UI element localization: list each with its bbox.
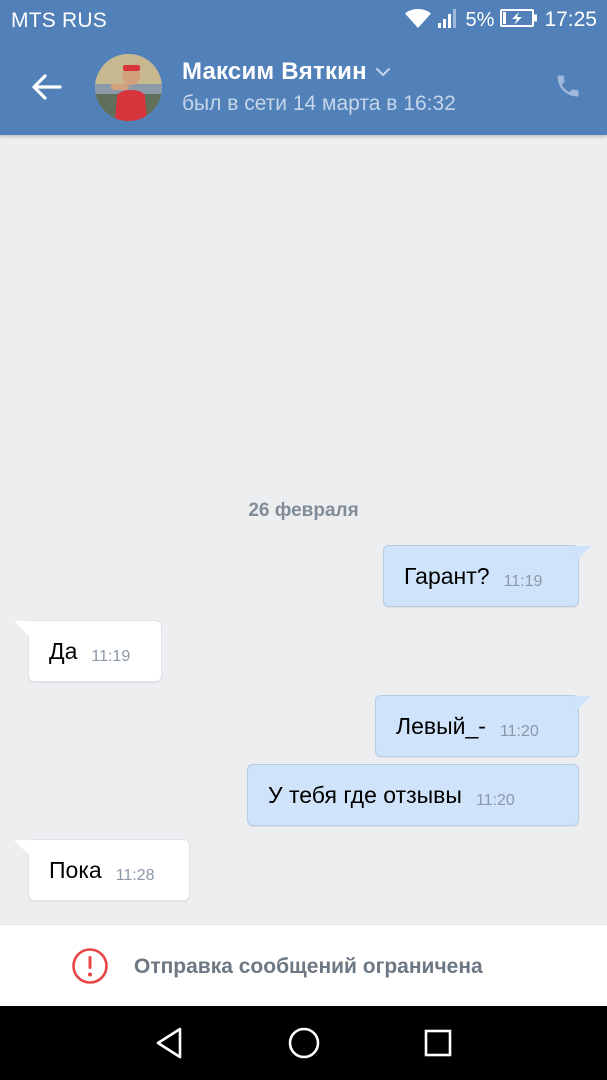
bubble-tail bbox=[574, 546, 591, 562]
message-bubble-outgoing[interactable]: У тебя где отзывы 11:20 bbox=[247, 764, 579, 826]
app-header: MTS RUS 5% 17:25 Максим Вяткин был в сет… bbox=[0, 0, 607, 135]
chevron-down-icon bbox=[375, 64, 391, 82]
message-bubble-incoming[interactable]: Пока 11:28 bbox=[14, 839, 190, 901]
status-bar: MTS RUS 5% 17:25 bbox=[0, 0, 607, 40]
message-text: Пока bbox=[49, 856, 102, 883]
back-button[interactable] bbox=[22, 66, 72, 112]
phone-icon bbox=[554, 72, 582, 105]
status-icons: 5% 17:25 bbox=[398, 7, 597, 33]
message-time: 11:19 bbox=[503, 573, 543, 590]
message-time: 11:20 bbox=[499, 723, 539, 740]
battery-charging-icon bbox=[500, 8, 538, 33]
signal-icon bbox=[437, 7, 460, 34]
android-nav-bar bbox=[0, 1006, 607, 1080]
message-text: Левый_- bbox=[396, 712, 486, 739]
contact-name: Максим Вяткин bbox=[182, 58, 367, 85]
sending-restricted-notice: Отправка сообщений ограничена bbox=[134, 955, 483, 978]
clock: 17:25 bbox=[544, 8, 597, 31]
message-text: Гарант? bbox=[404, 562, 490, 589]
message-bubble-outgoing[interactable]: Гарант? 11:19 bbox=[383, 545, 591, 607]
message-bubble-incoming[interactable]: Да 11:19 bbox=[14, 620, 162, 682]
message-time: 11:19 bbox=[91, 648, 131, 665]
bubble-tail bbox=[574, 696, 591, 712]
home-circle-icon bbox=[287, 1026, 321, 1065]
recents-square-icon bbox=[423, 1028, 453, 1063]
nav-back-button[interactable] bbox=[147, 1023, 191, 1067]
nav-recents-button[interactable] bbox=[416, 1023, 460, 1067]
message-time: 11:20 bbox=[475, 792, 515, 809]
carrier-name: MTS RUS bbox=[11, 9, 107, 32]
contact-name-dropdown[interactable]: Максим Вяткин bbox=[182, 58, 391, 86]
message-text: Да bbox=[49, 637, 78, 664]
battery-percent: 5% bbox=[465, 8, 495, 31]
avatar[interactable] bbox=[95, 54, 162, 121]
message-time: 11:28 bbox=[115, 867, 155, 884]
alert-circle-icon bbox=[71, 947, 109, 985]
message-text: У тебя где отзывы bbox=[268, 781, 462, 808]
last-seen-status: был в сети 14 марта в 16:32 bbox=[182, 92, 456, 115]
date-separator: 26 февраля bbox=[248, 500, 359, 521]
back-arrow-icon bbox=[31, 73, 63, 106]
back-triangle-icon bbox=[154, 1026, 184, 1065]
bubble-tail bbox=[14, 840, 31, 856]
message-bubble-outgoing[interactable]: Левый_- 11:20 bbox=[375, 695, 591, 757]
wifi-icon bbox=[404, 7, 432, 34]
bubble-tail bbox=[14, 621, 31, 637]
call-button[interactable] bbox=[548, 68, 588, 108]
nav-home-button[interactable] bbox=[282, 1023, 326, 1067]
message-composer: Отправка сообщений ограничена bbox=[0, 924, 607, 1006]
